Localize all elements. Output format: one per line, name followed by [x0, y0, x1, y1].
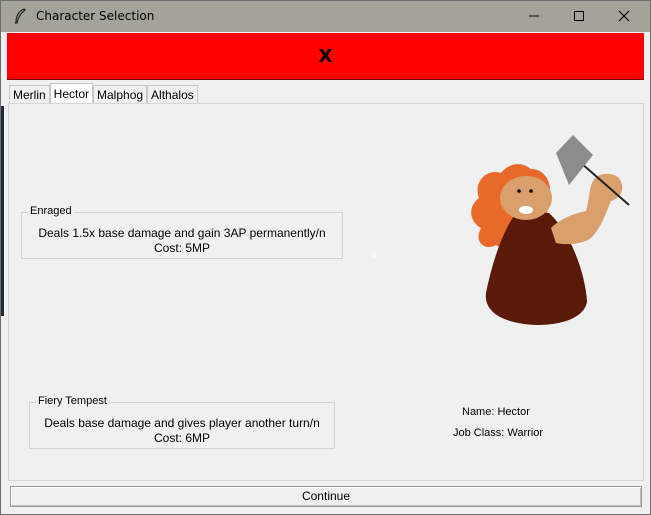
cursor-dot: [371, 253, 376, 258]
skill-cost: Cost: 5MP: [153, 241, 210, 255]
maximize-icon: [573, 7, 585, 26]
skill-description: Deals base damage and gives player anoth…: [44, 416, 320, 430]
maximize-button[interactable]: [556, 1, 602, 32]
character-selection-window: Character Selection X Merlin Hector Malp…: [0, 0, 651, 515]
title-bar[interactable]: Character Selection: [1, 1, 650, 32]
tab-althalos[interactable]: Althalos: [147, 85, 198, 104]
skill-box-enraged: Enraged Deals 1.5x base damage and gain …: [21, 205, 343, 259]
exit-banner-button[interactable]: X: [7, 33, 644, 80]
banner-label: X: [318, 45, 333, 67]
feather-icon: [13, 8, 27, 25]
skill-description: Deals 1.5x base damage and gain 3AP perm…: [38, 226, 326, 240]
character-portrait: [461, 133, 636, 333]
skill-name: Fiery Tempest: [36, 395, 109, 407]
character-tabs: Merlin Hector Malphog Althalos: [9, 83, 198, 104]
close-button[interactable]: [601, 1, 647, 32]
background-strip: [1, 106, 4, 316]
minimize-button[interactable]: [511, 1, 557, 32]
tab-hector[interactable]: Hector: [49, 83, 94, 104]
skill-name: Enraged: [28, 205, 74, 217]
tab-malphog[interactable]: Malphog: [93, 85, 148, 104]
continue-button[interactable]: Continue: [10, 486, 642, 507]
tab-merlin[interactable]: Merlin: [9, 85, 50, 104]
window-title: Character Selection: [36, 9, 155, 23]
skill-box-fiery-tempest: Fiery Tempest Deals base damage and give…: [29, 395, 335, 449]
minimize-icon: [528, 7, 540, 26]
close-icon: [618, 7, 630, 26]
character-name: Name: Hector: [462, 406, 530, 418]
character-job-class: Job Class: Warrior: [453, 427, 544, 439]
skill-cost: Cost: 6MP: [153, 431, 210, 445]
